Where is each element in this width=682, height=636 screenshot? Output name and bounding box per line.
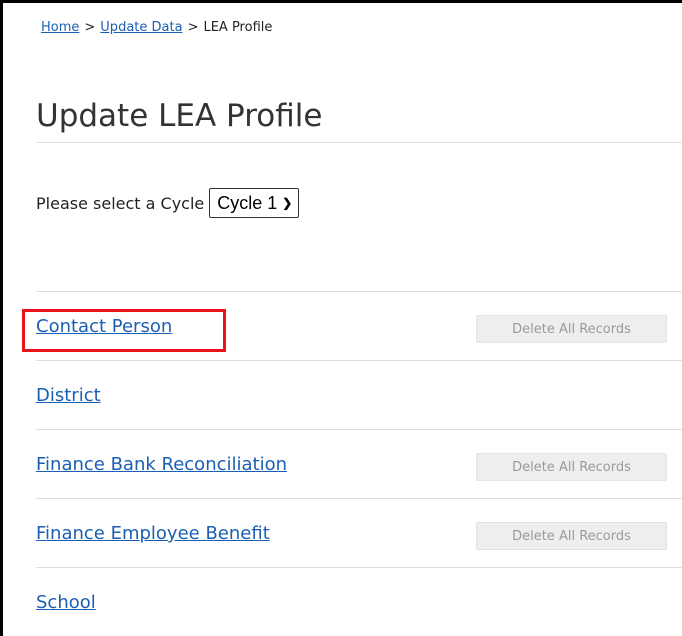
breadcrumb-current: LEA Profile [203,20,273,35]
finance-bank-reconciliation-link[interactable]: Finance Bank Reconciliation [36,454,287,475]
school-link[interactable]: School [36,592,96,613]
breadcrumb-separator: > [187,20,199,35]
cycle-label: Please select a Cycle [36,193,205,213]
chevron-down-icon: ❯ [282,196,293,210]
cycle-selector-row: Please select a Cycle Cycle 1 ❯ [36,188,300,218]
delete-all-records-button[interactable]: Delete All Records [476,453,667,481]
title-divider [36,142,682,143]
cycle-select[interactable]: Cycle 1 ❯ [209,188,300,218]
page-title: Update LEA Profile [36,98,323,134]
list-item: District [36,360,682,429]
breadcrumb: Home > Update Data > LEA Profile [41,20,272,35]
list-item: Contact Person Delete All Records [36,291,682,360]
breadcrumb-separator: > [84,20,96,35]
profile-section-list: Contact Person Delete All Records Distri… [36,291,682,636]
district-link[interactable]: District [36,385,101,406]
delete-all-records-button[interactable]: Delete All Records [476,522,667,550]
contact-person-link[interactable]: Contact Person [36,316,172,337]
main-content: Home > Update Data > LEA Profile Update LEA … [36,0,682,636]
breadcrumb-update-data-link[interactable]: Update Data [100,20,182,35]
window-frame-left [0,0,3,636]
cycle-select-value: Cycle 1 [217,192,278,213]
list-item: Finance Bank Reconciliation Delete All R… [36,429,682,498]
list-item: Finance Employee Benefit Delete All Reco… [36,498,682,567]
breadcrumb-home-link[interactable]: Home [41,20,79,35]
list-item: School [36,567,682,636]
finance-employee-benefit-link[interactable]: Finance Employee Benefit [36,523,270,544]
delete-all-records-button[interactable]: Delete All Records [476,315,667,343]
